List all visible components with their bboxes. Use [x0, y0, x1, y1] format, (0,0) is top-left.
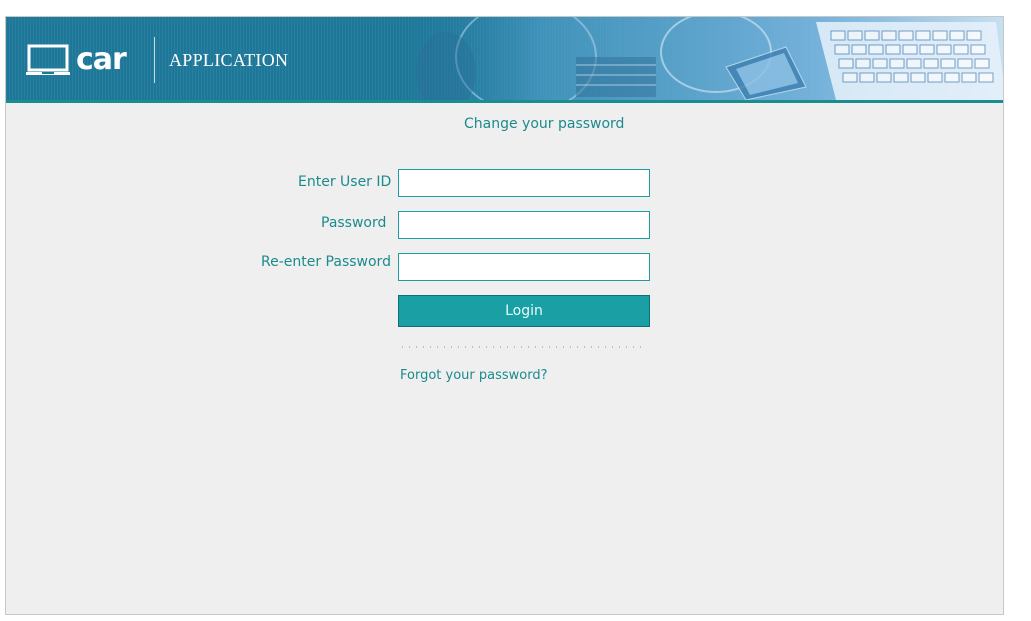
header-banner: car APPLICATION — [6, 17, 1003, 100]
page-title: Change your password — [464, 116, 625, 132]
dotted-divider — [402, 346, 646, 348]
login-button[interactable]: Login — [398, 295, 650, 327]
banner-accent-line — [6, 100, 1003, 103]
forgot-password-link[interactable]: Forgot your password? — [400, 368, 548, 383]
reenter-password-input[interactable] — [398, 253, 650, 281]
page-frame: car APPLICATION Change your password Ent… — [5, 16, 1004, 615]
logo-text: car — [76, 42, 127, 77]
app-name: APPLICATION — [169, 50, 289, 70]
user-id-label: Enter User ID — [298, 174, 392, 190]
password-input[interactable] — [398, 211, 650, 239]
app-logo: car — [26, 42, 127, 77]
reenter-password-label: Re-enter Password — [261, 254, 391, 270]
user-id-input[interactable] — [398, 169, 650, 197]
laptop-icon — [26, 44, 70, 75]
password-label: Password — [321, 215, 387, 231]
logo-divider — [154, 37, 155, 83]
banner-decorative-image — [386, 17, 1003, 100]
